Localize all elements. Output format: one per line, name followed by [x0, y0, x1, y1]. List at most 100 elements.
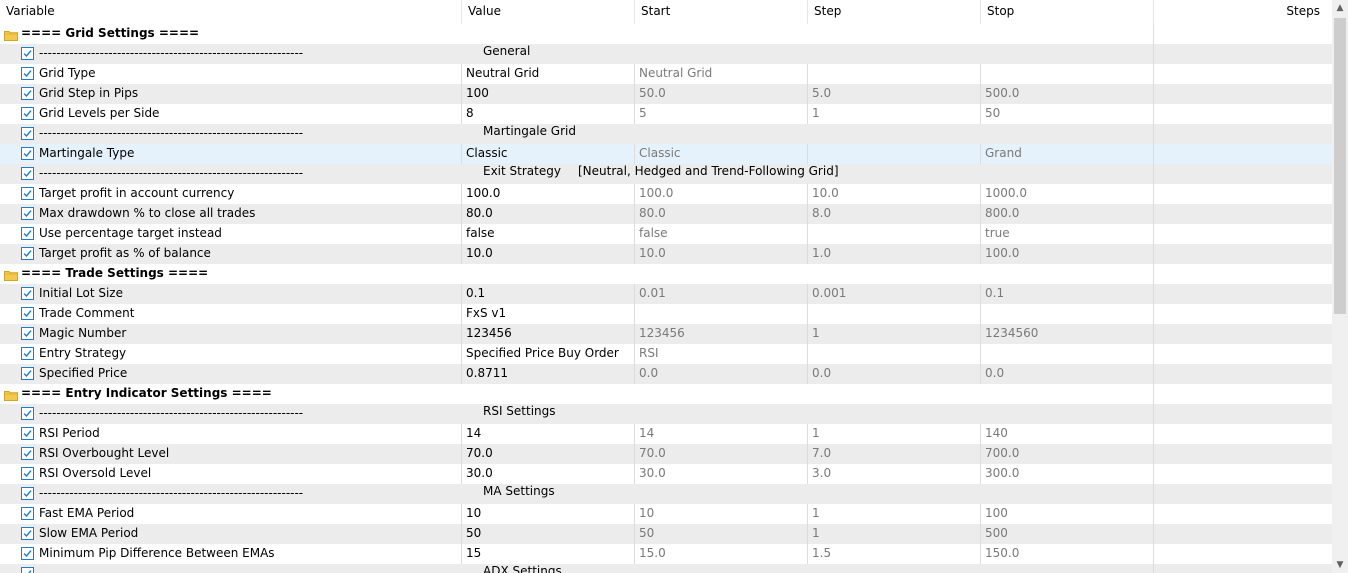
start-cell[interactable]: 123456	[634, 324, 807, 344]
group-row[interactable]: ==== Grid Settings ====	[0, 24, 1332, 44]
parameter-row[interactable]: Entry Strategy Specified Price Buy Order R…	[0, 344, 1332, 364]
parameter-row[interactable]: Slow EMA Period 50 50 1 500	[0, 524, 1332, 544]
value-cell[interactable]: 10.0	[461, 244, 634, 264]
checkbox-checked-icon[interactable]	[21, 407, 34, 420]
variable-cell[interactable]: Trade Comment	[0, 304, 461, 324]
step-cell[interactable]: 3.0	[807, 464, 980, 484]
variable-cell[interactable]: Slow EMA Period	[0, 524, 461, 544]
variable-cell[interactable]: Minimum Pip Difference Between EMAs	[0, 544, 461, 564]
scroll-down-arrow-icon[interactable]: ▼	[1332, 557, 1348, 573]
variable-cell[interactable]: Target profit as % of balance	[0, 244, 461, 264]
stop-cell[interactable]: 0.1	[980, 284, 1153, 304]
checkbox-checked-icon[interactable]	[21, 527, 34, 540]
variable-cell[interactable]: Grid Step in Pips	[0, 84, 461, 104]
parameter-row[interactable]: Grid Levels per Side 8 5 1 50	[0, 104, 1332, 124]
stop-cell[interactable]: Grand	[980, 144, 1153, 164]
parameter-row[interactable]: Grid Step in Pips 100 50.0 5.0 500.0	[0, 84, 1332, 104]
variable-cell[interactable]: ----------------------------------------…	[0, 164, 461, 184]
value-cell[interactable]: 8	[461, 104, 634, 124]
variable-cell[interactable]: Fast EMA Period	[0, 504, 461, 524]
step-cell[interactable]: 7.0	[807, 444, 980, 464]
step-cell[interactable]	[807, 144, 980, 164]
start-cell[interactable]: 50.0	[634, 84, 807, 104]
stop-cell[interactable]	[980, 344, 1153, 364]
variable-cell[interactable]: ----------------------------------------…	[0, 564, 461, 573]
checkbox-checked-icon[interactable]	[21, 547, 34, 560]
column-header-start[interactable]: Start	[635, 0, 807, 24]
parameter-row[interactable]: Magic Number 123456 123456 1 1234560	[0, 324, 1332, 344]
stop-cell[interactable]: 500	[980, 524, 1153, 544]
stop-cell[interactable]: 140	[980, 424, 1153, 444]
checkbox-checked-icon[interactable]	[21, 367, 34, 380]
step-cell[interactable]: 0.001	[807, 284, 980, 304]
checkbox-checked-icon[interactable]	[21, 107, 34, 120]
value-cell[interactable]: 10	[461, 504, 634, 524]
start-cell[interactable]: 0.0	[634, 364, 807, 384]
stop-cell[interactable]	[980, 64, 1153, 84]
start-cell[interactable]: RSI	[634, 344, 807, 364]
variable-cell[interactable]: Grid Type	[0, 64, 461, 84]
start-cell[interactable]: false	[634, 224, 807, 244]
step-cell[interactable]	[807, 224, 980, 244]
start-cell[interactable]: 50	[634, 524, 807, 544]
value-cell[interactable]: 123456	[461, 324, 634, 344]
parameter-row[interactable]: Use percentage target instead false false t…	[0, 224, 1332, 244]
variable-cell[interactable]: ==== Grid Settings ====	[0, 24, 461, 44]
step-cell[interactable]: 1	[807, 324, 980, 344]
step-cell[interactable]: 1	[807, 524, 980, 544]
value-cell[interactable]: 80.0	[461, 204, 634, 224]
start-cell[interactable]: 5	[634, 104, 807, 124]
checkbox-checked-icon[interactable]	[21, 507, 34, 520]
variable-cell[interactable]: ==== Trade Settings ====	[0, 264, 461, 284]
scrollbar-thumb[interactable]	[1334, 18, 1346, 314]
start-cell[interactable]: Classic	[634, 144, 807, 164]
checkbox-checked-icon[interactable]	[21, 167, 34, 180]
checkbox-checked-icon[interactable]	[21, 307, 34, 320]
variable-cell[interactable]: ----------------------------------------…	[0, 484, 461, 504]
value-cell[interactable]: FxS v1	[461, 304, 634, 324]
scroll-up-arrow-icon[interactable]: ▲	[1332, 0, 1348, 16]
stop-cell[interactable]: 700.0	[980, 444, 1153, 464]
variable-cell[interactable]: Use percentage target instead	[0, 224, 461, 244]
checkbox-checked-icon[interactable]	[21, 247, 34, 260]
start-cell[interactable]: 10.0	[634, 244, 807, 264]
checkbox-checked-icon[interactable]	[21, 447, 34, 460]
section-row[interactable]: ----------------------------------------…	[0, 164, 1332, 184]
value-cell[interactable]: 0.1	[461, 284, 634, 304]
checkbox-checked-icon[interactable]	[21, 127, 34, 140]
value-cell[interactable]: false	[461, 224, 634, 244]
variable-cell[interactable]: ----------------------------------------…	[0, 44, 461, 64]
column-header-value[interactable]: Value	[462, 0, 634, 24]
column-header-steps[interactable]: Steps	[1154, 0, 1326, 24]
value-cell[interactable]: 15	[461, 544, 634, 564]
checkbox-checked-icon[interactable]	[21, 187, 34, 200]
section-row[interactable]: ----------------------------------------…	[0, 484, 1332, 504]
step-cell[interactable]: 8.0	[807, 204, 980, 224]
start-cell[interactable]: 15.0	[634, 544, 807, 564]
parameter-row[interactable]: Target profit in account currency 100.0 10…	[0, 184, 1332, 204]
variable-cell[interactable]: RSI Overbought Level	[0, 444, 461, 464]
stop-cell[interactable]: 300.0	[980, 464, 1153, 484]
section-row[interactable]: ----------------------------------------…	[0, 564, 1332, 573]
section-row[interactable]: ----------------------------------------…	[0, 124, 1332, 144]
checkbox-checked-icon[interactable]	[21, 287, 34, 300]
value-cell[interactable]: Specified Price Buy Order	[461, 344, 634, 364]
group-row[interactable]: ==== Trade Settings ====	[0, 264, 1332, 284]
parameter-row[interactable]: Target profit as % of balance 10.0 10.0 1.0…	[0, 244, 1332, 264]
variable-cell[interactable]: Entry Strategy	[0, 344, 461, 364]
parameter-row[interactable]: Max drawdown % to close all trades 80.0 80…	[0, 204, 1332, 224]
value-cell[interactable]: Classic	[461, 144, 634, 164]
step-cell[interactable]: 1.0	[807, 244, 980, 264]
start-cell[interactable]: 0.01	[634, 284, 807, 304]
value-cell[interactable]: 0.8711	[461, 364, 634, 384]
variable-cell[interactable]: Martingale Type	[0, 144, 461, 164]
value-cell[interactable]: 50	[461, 524, 634, 544]
parameter-row[interactable]: Minimum Pip Difference Between EMAs 15 15.…	[0, 544, 1332, 564]
section-row[interactable]: ----------------------------------------…	[0, 44, 1332, 64]
step-cell[interactable]: 1.5	[807, 544, 980, 564]
step-cell[interactable]: 0.0	[807, 364, 980, 384]
stop-cell[interactable]: 100	[980, 504, 1153, 524]
checkbox-checked-icon[interactable]	[21, 347, 34, 360]
stop-cell[interactable]: true	[980, 224, 1153, 244]
checkbox-checked-icon[interactable]	[21, 47, 34, 60]
